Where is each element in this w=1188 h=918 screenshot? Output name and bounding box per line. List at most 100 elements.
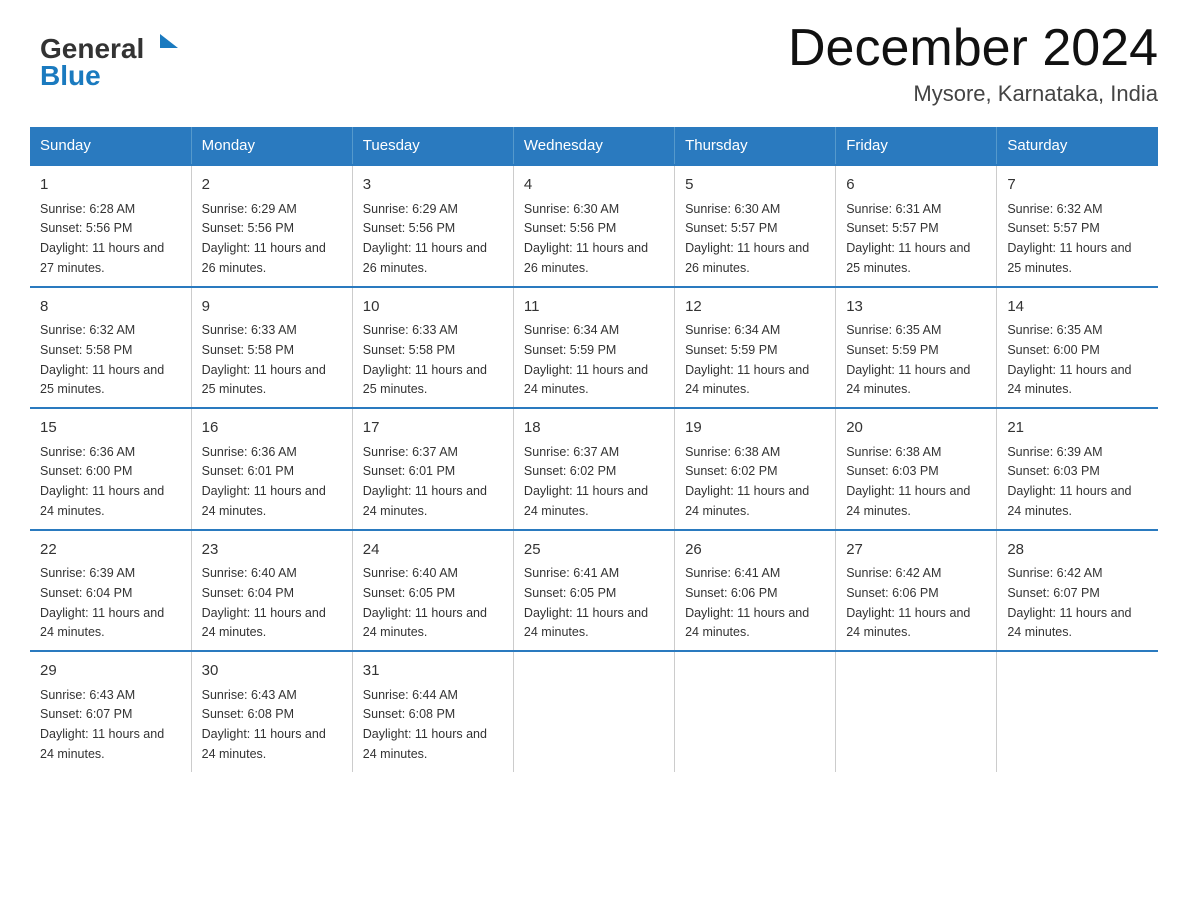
day-info: Sunrise: 6:43 AMSunset: 6:08 PMDaylight:… bbox=[202, 688, 326, 761]
calendar-cell bbox=[513, 651, 674, 772]
day-info: Sunrise: 6:41 AMSunset: 6:06 PMDaylight:… bbox=[685, 566, 809, 639]
day-number: 27 bbox=[846, 539, 986, 562]
calendar-cell: 12 Sunrise: 6:34 AMSunset: 5:59 PMDayligh… bbox=[675, 287, 836, 409]
day-number: 12 bbox=[685, 296, 825, 319]
day-info: Sunrise: 6:40 AMSunset: 6:05 PMDaylight:… bbox=[363, 566, 487, 639]
calendar-cell: 3 Sunrise: 6:29 AMSunset: 5:56 PMDaylight… bbox=[352, 165, 513, 287]
day-info: Sunrise: 6:31 AMSunset: 5:57 PMDaylight:… bbox=[846, 202, 970, 275]
day-number: 14 bbox=[1007, 296, 1148, 319]
calendar-cell bbox=[675, 651, 836, 772]
calendar-cell: 1 Sunrise: 6:28 AMSunset: 5:56 PMDaylight… bbox=[30, 165, 191, 287]
calendar-header-row: SundayMondayTuesdayWednesdayThursdayFrid… bbox=[30, 127, 1158, 165]
day-number: 3 bbox=[363, 174, 503, 197]
calendar-cell: 24 Sunrise: 6:40 AMSunset: 6:05 PMDayligh… bbox=[352, 530, 513, 652]
calendar-cell: 11 Sunrise: 6:34 AMSunset: 5:59 PMDayligh… bbox=[513, 287, 674, 409]
title-section: December 2024 Mysore, Karnataka, India bbox=[788, 20, 1158, 107]
calendar-cell: 8Sunrise: 6:32 AMSunset: 5:58 PMDaylight… bbox=[30, 287, 191, 409]
calendar-cell: 19 Sunrise: 6:38 AMSunset: 6:02 PMDayligh… bbox=[675, 408, 836, 530]
calendar-cell: 22Sunrise: 6:39 AMSunset: 6:04 PMDayligh… bbox=[30, 530, 191, 652]
day-info: Sunrise: 6:38 AMSunset: 6:02 PMDaylight:… bbox=[685, 445, 809, 518]
calendar-week-1: 1 Sunrise: 6:28 AMSunset: 5:56 PMDaylight… bbox=[30, 165, 1158, 287]
calendar-cell: 25 Sunrise: 6:41 AMSunset: 6:05 PMDayligh… bbox=[513, 530, 674, 652]
day-number: 10 bbox=[363, 296, 503, 319]
day-number: 22 bbox=[40, 539, 181, 562]
day-info: Sunrise: 6:34 AMSunset: 5:59 PMDaylight:… bbox=[685, 323, 809, 396]
day-info: Sunrise: 6:35 AMSunset: 5:59 PMDaylight:… bbox=[846, 323, 970, 396]
day-info: Sunrise: 6:30 AMSunset: 5:57 PMDaylight:… bbox=[685, 202, 809, 275]
calendar-cell: 9Sunrise: 6:33 AMSunset: 5:58 PMDaylight… bbox=[191, 287, 352, 409]
day-info: Sunrise: 6:33 AMSunset: 5:58 PMDaylight:… bbox=[363, 323, 487, 396]
day-number: 2 bbox=[202, 174, 342, 197]
calendar-cell: 20Sunrise: 6:38 AMSunset: 6:03 PMDayligh… bbox=[836, 408, 997, 530]
day-info: Sunrise: 6:39 AMSunset: 6:03 PMDaylight:… bbox=[1007, 445, 1131, 518]
day-number: 4 bbox=[524, 174, 664, 197]
day-number: 21 bbox=[1007, 417, 1148, 440]
day-info: Sunrise: 6:34 AMSunset: 5:59 PMDaylight:… bbox=[524, 323, 648, 396]
day-number: 29 bbox=[40, 660, 181, 683]
day-info: Sunrise: 6:32 AMSunset: 5:57 PMDaylight:… bbox=[1007, 202, 1131, 275]
day-info: Sunrise: 6:36 AMSunset: 6:01 PMDaylight:… bbox=[202, 445, 326, 518]
calendar-cell bbox=[997, 651, 1158, 772]
day-number: 23 bbox=[202, 539, 342, 562]
day-number: 24 bbox=[363, 539, 503, 562]
day-number: 7 bbox=[1007, 174, 1148, 197]
calendar-cell: 28 Sunrise: 6:42 AMSunset: 6:07 PMDayligh… bbox=[997, 530, 1158, 652]
day-info: Sunrise: 6:43 AMSunset: 6:07 PMDaylight:… bbox=[40, 688, 164, 761]
calendar-cell: 23 Sunrise: 6:40 AMSunset: 6:04 PMDayligh… bbox=[191, 530, 352, 652]
calendar-cell: 21 Sunrise: 6:39 AMSunset: 6:03 PMDayligh… bbox=[997, 408, 1158, 530]
day-number: 13 bbox=[846, 296, 986, 319]
logo: General Blue bbox=[30, 20, 200, 95]
calendar-cell: 29 Sunrise: 6:43 AMSunset: 6:07 PMDayligh… bbox=[30, 651, 191, 772]
header-thursday: Thursday bbox=[675, 127, 836, 165]
day-number: 17 bbox=[363, 417, 503, 440]
day-info: Sunrise: 6:29 AMSunset: 5:56 PMDaylight:… bbox=[363, 202, 487, 275]
day-info: Sunrise: 6:41 AMSunset: 6:05 PMDaylight:… bbox=[524, 566, 648, 639]
calendar-cell bbox=[836, 651, 997, 772]
day-number: 31 bbox=[363, 660, 503, 683]
header-monday: Monday bbox=[191, 127, 352, 165]
calendar-cell: 18 Sunrise: 6:37 AMSunset: 6:02 PMDayligh… bbox=[513, 408, 674, 530]
calendar-cell: 5 Sunrise: 6:30 AMSunset: 5:57 PMDaylight… bbox=[675, 165, 836, 287]
day-info: Sunrise: 6:32 AMSunset: 5:58 PMDaylight:… bbox=[40, 323, 164, 396]
calendar-cell: 27 Sunrise: 6:42 AMSunset: 6:06 PMDayligh… bbox=[836, 530, 997, 652]
svg-text:Blue: Blue bbox=[40, 60, 101, 90]
day-info: Sunrise: 6:42 AMSunset: 6:06 PMDaylight:… bbox=[846, 566, 970, 639]
calendar-cell: 17 Sunrise: 6:37 AMSunset: 6:01 PMDayligh… bbox=[352, 408, 513, 530]
day-info: Sunrise: 6:28 AMSunset: 5:56 PMDaylight:… bbox=[40, 202, 164, 275]
day-info: Sunrise: 6:37 AMSunset: 6:02 PMDaylight:… bbox=[524, 445, 648, 518]
day-number: 19 bbox=[685, 417, 825, 440]
day-number: 1 bbox=[40, 174, 181, 197]
day-number: 6 bbox=[846, 174, 986, 197]
calendar-week-5: 29 Sunrise: 6:43 AMSunset: 6:07 PMDayligh… bbox=[30, 651, 1158, 772]
calendar-cell: 31 Sunrise: 6:44 AMSunset: 6:08 PMDayligh… bbox=[352, 651, 513, 772]
day-number: 28 bbox=[1007, 539, 1148, 562]
day-number: 18 bbox=[524, 417, 664, 440]
header-wednesday: Wednesday bbox=[513, 127, 674, 165]
day-number: 15 bbox=[40, 417, 181, 440]
day-number: 11 bbox=[524, 296, 664, 319]
header-friday: Friday bbox=[836, 127, 997, 165]
day-info: Sunrise: 6:29 AMSunset: 5:56 PMDaylight:… bbox=[202, 202, 326, 275]
day-info: Sunrise: 6:42 AMSunset: 6:07 PMDaylight:… bbox=[1007, 566, 1131, 639]
day-number: 25 bbox=[524, 539, 664, 562]
day-number: 20 bbox=[846, 417, 986, 440]
calendar-cell: 2 Sunrise: 6:29 AMSunset: 5:56 PMDaylight… bbox=[191, 165, 352, 287]
calendar-table: SundayMondayTuesdayWednesdayThursdayFrid… bbox=[30, 127, 1158, 772]
page-subtitle: Mysore, Karnataka, India bbox=[788, 81, 1158, 107]
day-info: Sunrise: 6:44 AMSunset: 6:08 PMDaylight:… bbox=[363, 688, 487, 761]
calendar-cell: 14Sunrise: 6:35 AMSunset: 6:00 PMDayligh… bbox=[997, 287, 1158, 409]
calendar-cell: 7 Sunrise: 6:32 AMSunset: 5:57 PMDaylight… bbox=[997, 165, 1158, 287]
page-header: General Blue December 2024 Mysore, Karna… bbox=[30, 20, 1158, 107]
header-saturday: Saturday bbox=[997, 127, 1158, 165]
day-number: 5 bbox=[685, 174, 825, 197]
header-tuesday: Tuesday bbox=[352, 127, 513, 165]
calendar-cell: 15 Sunrise: 6:36 AMSunset: 6:00 PMDayligh… bbox=[30, 408, 191, 530]
calendar-week-3: 15 Sunrise: 6:36 AMSunset: 6:00 PMDayligh… bbox=[30, 408, 1158, 530]
day-number: 9 bbox=[202, 296, 342, 319]
day-info: Sunrise: 6:36 AMSunset: 6:00 PMDaylight:… bbox=[40, 445, 164, 518]
day-info: Sunrise: 6:40 AMSunset: 6:04 PMDaylight:… bbox=[202, 566, 326, 639]
day-number: 26 bbox=[685, 539, 825, 562]
calendar-cell: 26 Sunrise: 6:41 AMSunset: 6:06 PMDayligh… bbox=[675, 530, 836, 652]
calendar-week-4: 22Sunrise: 6:39 AMSunset: 6:04 PMDayligh… bbox=[30, 530, 1158, 652]
day-info: Sunrise: 6:37 AMSunset: 6:01 PMDaylight:… bbox=[363, 445, 487, 518]
